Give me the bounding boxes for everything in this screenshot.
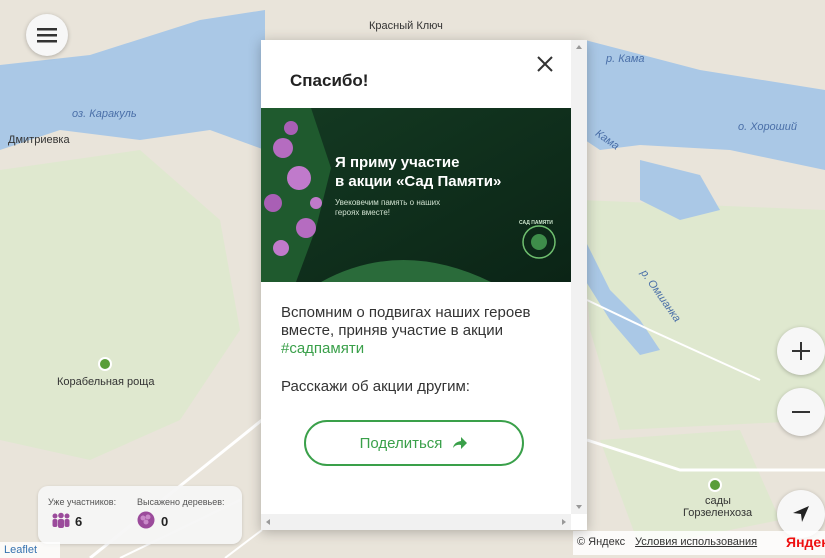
description-text: Вспомним о подвигах наших героев вместе,… bbox=[281, 304, 531, 339]
map-label-krasny-klyuch: Красный Ключ bbox=[369, 20, 443, 32]
terms-link[interactable]: Условия использования bbox=[635, 536, 757, 548]
yandex-logo: Яндекс bbox=[786, 534, 825, 550]
close-button[interactable] bbox=[537, 48, 553, 77]
menu-button[interactable] bbox=[26, 14, 68, 56]
park-pin-icon[interactable] bbox=[98, 357, 112, 371]
map-label-dmitrievka: Дмитриевка bbox=[8, 134, 70, 146]
leaflet-link[interactable]: Leaflet bbox=[4, 544, 37, 556]
thank-you-modal: Спасибо! Я приму участие в акции «Сад Па bbox=[261, 40, 587, 530]
map-label-sady: сады bbox=[705, 495, 731, 507]
yandex-copyright: © Яндекс bbox=[577, 536, 626, 548]
banner-background bbox=[261, 108, 571, 282]
map-label-khoroshiy: о. Хороший bbox=[738, 121, 798, 133]
close-icon bbox=[537, 56, 553, 72]
banner-logo: САД ПАМЯТИ bbox=[519, 220, 553, 226]
map-label-korabelnaya: Корабельная роща bbox=[57, 376, 155, 388]
participants-count: 6 bbox=[75, 514, 83, 529]
trees-label: Высажено деревьев: bbox=[137, 497, 225, 507]
leaflet-attribution[interactable]: Leaflet bbox=[0, 542, 60, 558]
people-icon bbox=[52, 512, 70, 528]
banner-sub-2: героях вместе! bbox=[335, 208, 390, 217]
share-prompt: Расскажи об акции другим: bbox=[281, 378, 470, 395]
zoom-in-button[interactable] bbox=[777, 327, 825, 375]
banner-sub-1: Увековечим память о наших bbox=[335, 198, 441, 207]
promo-banner: Я приму участие в акции «Сад Памяти» Уве… bbox=[261, 108, 571, 282]
share-button[interactable]: Поделиться bbox=[304, 420, 524, 466]
stats-panel: Уже участников: Высажено деревьев: 6 0 bbox=[38, 486, 242, 544]
modal-title: Спасибо! bbox=[290, 71, 369, 90]
park-pin-icon[interactable] bbox=[708, 478, 722, 492]
banner-headline-2: в акции «Сад Памяти» bbox=[335, 173, 502, 190]
hamburger-icon bbox=[37, 28, 57, 43]
map-label-kama-top: р. Кама bbox=[606, 53, 645, 65]
zoom-out-button[interactable] bbox=[777, 388, 825, 436]
modal-horizontal-scrollbar[interactable] bbox=[261, 514, 571, 530]
share-arrow-icon bbox=[453, 437, 468, 449]
participants-label: Уже участников: bbox=[48, 497, 117, 507]
share-button-label: Поделиться bbox=[359, 434, 443, 452]
yandex-attribution: © Яндекс Условия использования Яндекс bbox=[573, 531, 825, 555]
scroll-left-arrow-icon bbox=[266, 519, 270, 525]
hashtag-link[interactable]: #садпамяти bbox=[281, 340, 364, 357]
scroll-right-arrow-icon bbox=[562, 519, 566, 525]
map-label-karakul: оз. Каракуль bbox=[72, 108, 137, 120]
plus-icon bbox=[792, 342, 810, 360]
trees-count: 0 bbox=[161, 514, 169, 529]
scroll-down-arrow-icon bbox=[576, 505, 582, 509]
banner-headline-1: Я приму участие bbox=[335, 154, 460, 171]
navigation-arrow-icon bbox=[793, 506, 809, 522]
scroll-up-arrow-icon bbox=[576, 45, 582, 49]
minus-icon bbox=[792, 411, 810, 413]
modal-vertical-scrollbar[interactable] bbox=[571, 40, 587, 514]
map-label-gorzelenkhoza: Горзеленхоза bbox=[683, 507, 753, 519]
tree-icon bbox=[137, 511, 155, 529]
modal-description: Вспомним о подвигах наших героев вместе,… bbox=[281, 304, 551, 358]
